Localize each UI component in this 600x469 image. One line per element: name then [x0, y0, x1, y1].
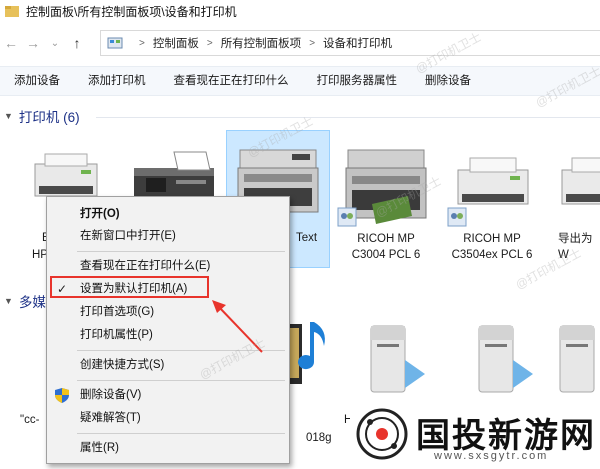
section-divider: [96, 117, 600, 118]
remove-device-button[interactable]: 删除设备: [411, 66, 485, 96]
menu-item-print-preferences[interactable]: 打印首选项(G): [47, 302, 289, 322]
menu-item-label: 删除设备(V): [80, 389, 142, 401]
forward-button[interactable]: →: [22, 32, 44, 54]
multimedia-section-header[interactable]: ▼ 多媒: [4, 291, 46, 311]
media-server-icon: [370, 325, 425, 393]
menu-item-open[interactable]: 打开(O): [47, 204, 289, 224]
see-printing-button[interactable]: 查看现在正在打印什么: [160, 66, 303, 96]
multifunction-printer-icon: [337, 149, 427, 227]
menu-separator: [77, 350, 285, 351]
media-device-item[interactable]: [340, 320, 444, 403]
printer-icon: [447, 157, 529, 227]
recent-locations-button[interactable]: ⌄: [44, 32, 66, 54]
menu-item-open-new-window[interactable]: 在新窗口中打开(E): [47, 226, 289, 246]
print-server-properties-button[interactable]: 打印服务器属性: [303, 66, 412, 96]
chevron-down-icon: ▼: [4, 296, 13, 306]
printer-item-ricoh-c3004[interactable]: RICOH MP C3004 PCL 6: [334, 140, 438, 263]
menu-item-remove-device[interactable]: 删除设备(V): [47, 385, 289, 405]
printers-section-title: 打印机 (6): [18, 110, 80, 125]
navigation-bar: ← → ⌄ ↑ > 控制面板 > 所有控制面板项 > 设备和打印机: [0, 28, 600, 58]
media-device-label: 018g: [306, 432, 332, 444]
printer-item-ricoh-c3504ex[interactable]: RICOH MP C3504ex PCL 6: [440, 150, 544, 263]
media-server-icon: [559, 325, 595, 393]
command-bar: 添加设备 添加打印机 查看现在正在打印什么 打印服务器属性 删除设备: [0, 66, 600, 96]
brand-logo-overlay: 国投新游网 www.sxsgytr.com: [350, 400, 600, 469]
breadcrumb-all-items[interactable]: 所有控制面板项: [221, 35, 302, 51]
selected-printer-label: Text: [296, 232, 318, 244]
address-bar[interactable]: > 控制面板 > 所有控制面板项 > 设备和打印机: [100, 30, 600, 56]
media-device-label: "cc-: [20, 414, 40, 426]
menu-separator: [77, 251, 285, 252]
back-button[interactable]: ←: [0, 32, 22, 54]
menu-item-see-printing[interactable]: 查看现在正在打印什么(E): [47, 256, 289, 276]
multimedia-section-title: 多媒: [18, 295, 46, 310]
breadcrumb-control-panel[interactable]: 控制面板: [153, 35, 199, 51]
menu-item-printer-properties[interactable]: 打印机属性(P): [47, 325, 289, 345]
menu-separator: [77, 380, 285, 381]
menu-item-properties[interactable]: 属性(R): [47, 438, 289, 458]
add-printer-button[interactable]: 添加打印机: [74, 66, 160, 96]
printer-label: 导出为W: [558, 233, 593, 261]
breadcrumb-separator: >: [309, 37, 316, 49]
printer-label-line1: RICOH MP: [463, 233, 521, 245]
site-logo-icon: [356, 408, 408, 460]
folder-icon: [5, 6, 19, 17]
printer-label-line1: RICOH MP: [357, 233, 415, 245]
breadcrumb-devices-printers[interactable]: 设备和打印机: [323, 35, 392, 51]
breadcrumb-separator: >: [139, 37, 145, 49]
control-panel-icon: [107, 37, 123, 49]
context-menu: 打开(O) 在新窗口中打开(E) 查看现在正在打印什么(E) ✓ 设置为默认打印…: [46, 196, 290, 464]
menu-item-troubleshoot[interactable]: 疑难解答(T): [47, 408, 289, 428]
uac-shield-icon: [55, 388, 69, 403]
media-device-item[interactable]: [546, 320, 600, 403]
menu-separator: [77, 433, 285, 434]
menu-item-create-shortcut[interactable]: 创建快捷方式(S): [47, 355, 289, 375]
media-server-icon: [478, 325, 533, 393]
breadcrumb-separator: >: [206, 37, 213, 49]
printer-icon: [561, 157, 600, 205]
printer-label-line2: C3004 PCL 6: [351, 249, 421, 261]
printer-item-export[interactable]: 导出为W: [548, 150, 600, 263]
brand-url: www.sxsgytr.com: [434, 450, 549, 462]
printer-label-line2: C3504ex PCL 6: [451, 249, 533, 261]
printers-section-header[interactable]: ▼ 打印机 (6): [4, 106, 80, 126]
title-bar: 控制面板\所有控制面板项\设备和打印机: [0, 0, 600, 22]
media-device-item[interactable]: [448, 320, 552, 403]
window-title: 控制面板\所有控制面板项\设备和打印机: [26, 4, 237, 19]
chevron-down-icon: ▼: [4, 111, 13, 121]
up-button[interactable]: ↑: [66, 32, 88, 54]
highlight-box: [50, 276, 209, 298]
add-device-button[interactable]: 添加设备: [0, 66, 74, 96]
